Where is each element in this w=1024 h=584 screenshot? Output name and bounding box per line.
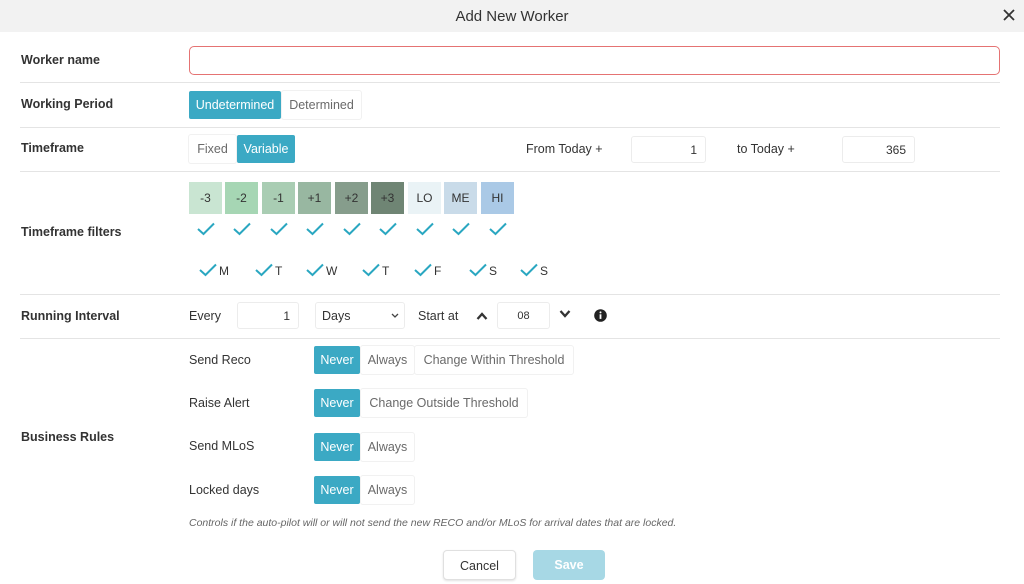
timeframe-variable-button[interactable]: Variable — [237, 135, 295, 163]
working-period-determined-button[interactable]: Determined — [282, 91, 361, 119]
info-icon[interactable] — [594, 309, 607, 322]
every-input[interactable] — [237, 302, 299, 329]
weekday-label: S — [540, 264, 549, 278]
locked-days-never-button[interactable]: Never — [314, 476, 360, 504]
raise-alert-change-outside-threshold-button[interactable]: Change Outside Threshold — [361, 389, 527, 417]
weekday-label: T — [275, 264, 283, 278]
start-hour-input[interactable] — [497, 302, 550, 329]
timeframe-chip[interactable]: -3 — [189, 182, 222, 214]
timeframe-chip[interactable]: +2 — [335, 182, 368, 214]
cancel-button[interactable]: Cancel — [443, 550, 516, 580]
weekday-label: W — [326, 264, 338, 278]
send-reco-always-button[interactable]: Always — [361, 346, 414, 374]
timeframe-fixed-button[interactable]: Fixed — [189, 135, 236, 163]
check-icon — [362, 263, 380, 277]
weekday-label: T — [382, 264, 390, 278]
weekday-label: S — [489, 264, 498, 278]
chevron-up-icon[interactable] — [476, 311, 488, 321]
check-icon[interactable] — [489, 222, 507, 236]
working-period-label: Working Period — [21, 97, 114, 111]
locked-days-always-button[interactable]: Always — [361, 476, 414, 504]
weekday-filter[interactable]: S — [520, 262, 552, 280]
start-at-label: Start at — [418, 309, 459, 323]
caret-down-icon — [391, 313, 399, 318]
to-today-label: to Today + — [737, 142, 795, 156]
send-mlos-never-button[interactable]: Never — [314, 433, 360, 461]
save-button[interactable]: Save — [533, 550, 605, 580]
raise-alert-never-button[interactable]: Never — [314, 389, 360, 417]
chevron-down-icon[interactable] — [559, 309, 571, 319]
working-period-undetermined-button[interactable]: Undetermined — [189, 91, 281, 119]
timeframe-chip[interactable]: +1 — [298, 182, 331, 214]
send-mlos-always-button[interactable]: Always — [361, 433, 414, 461]
running-interval-label: Running Interval — [21, 309, 120, 323]
check-icon — [469, 263, 487, 277]
to-today-input[interactable] — [842, 136, 915, 163]
weekday-filter[interactable]: S — [469, 262, 501, 280]
interval-unit-select[interactable]: Days — [315, 302, 405, 329]
every-label: Every — [189, 309, 221, 323]
check-icon — [520, 263, 538, 277]
business-rules-label: Business Rules — [21, 430, 115, 444]
check-icon[interactable] — [379, 222, 397, 236]
timeframe-chip[interactable]: -1 — [262, 182, 295, 214]
worker-name-input[interactable] — [189, 46, 1000, 75]
weekday-filter[interactable]: M — [199, 262, 231, 280]
timeframe-chip[interactable]: LO — [408, 182, 441, 214]
check-icon — [199, 263, 217, 277]
check-icon[interactable] — [233, 222, 251, 236]
weekday-filter[interactable]: F — [414, 262, 446, 280]
dialog-header: Add New Worker — [0, 0, 1024, 32]
close-icon[interactable] — [1000, 6, 1018, 24]
send-reco-never-button[interactable]: Never — [314, 346, 360, 374]
send-reco-label: Send Reco — [189, 353, 251, 367]
weekday-label: F — [434, 264, 442, 278]
raise-alert-label: Raise Alert — [189, 396, 250, 410]
check-icon — [306, 263, 324, 277]
check-icon — [414, 263, 432, 277]
divider — [20, 82, 1000, 83]
check-icon[interactable] — [452, 222, 470, 236]
divider — [20, 338, 1000, 339]
check-icon[interactable] — [270, 222, 288, 236]
weekday-filter[interactable]: W — [306, 262, 338, 280]
weekday-filter[interactable]: T — [255, 262, 287, 280]
dialog-title: Add New Worker — [455, 8, 569, 25]
timeframe-chip[interactable]: -2 — [225, 182, 258, 214]
from-today-input[interactable] — [631, 136, 706, 163]
divider — [20, 171, 1000, 172]
send-reco-change-within-threshold-button[interactable]: Change Within Threshold — [415, 346, 573, 374]
check-icon[interactable] — [197, 222, 215, 236]
timeframe-filters-label: Timeframe filters — [21, 225, 122, 239]
check-icon — [255, 263, 273, 277]
business-rules-note: Controls if the auto-pilot will or will … — [189, 517, 677, 529]
weekday-filter[interactable]: T — [362, 262, 394, 280]
check-icon[interactable] — [343, 222, 361, 236]
worker-name-label: Worker name — [21, 53, 100, 67]
timeframe-chip[interactable]: ME — [444, 182, 477, 214]
check-icon[interactable] — [416, 222, 434, 236]
weekday-label: M — [219, 264, 229, 278]
from-today-label: From Today + — [526, 142, 603, 156]
send-mlos-label: Send MLoS — [189, 439, 255, 453]
interval-unit-value: Days — [322, 309, 351, 323]
timeframe-chip[interactable]: +3 — [371, 182, 404, 214]
check-icon[interactable] — [306, 222, 324, 236]
divider — [20, 127, 1000, 128]
timeframe-label: Timeframe — [21, 141, 84, 155]
divider — [20, 294, 1000, 295]
timeframe-chip[interactable]: HI — [481, 182, 514, 214]
locked-days-label: Locked days — [189, 483, 260, 497]
